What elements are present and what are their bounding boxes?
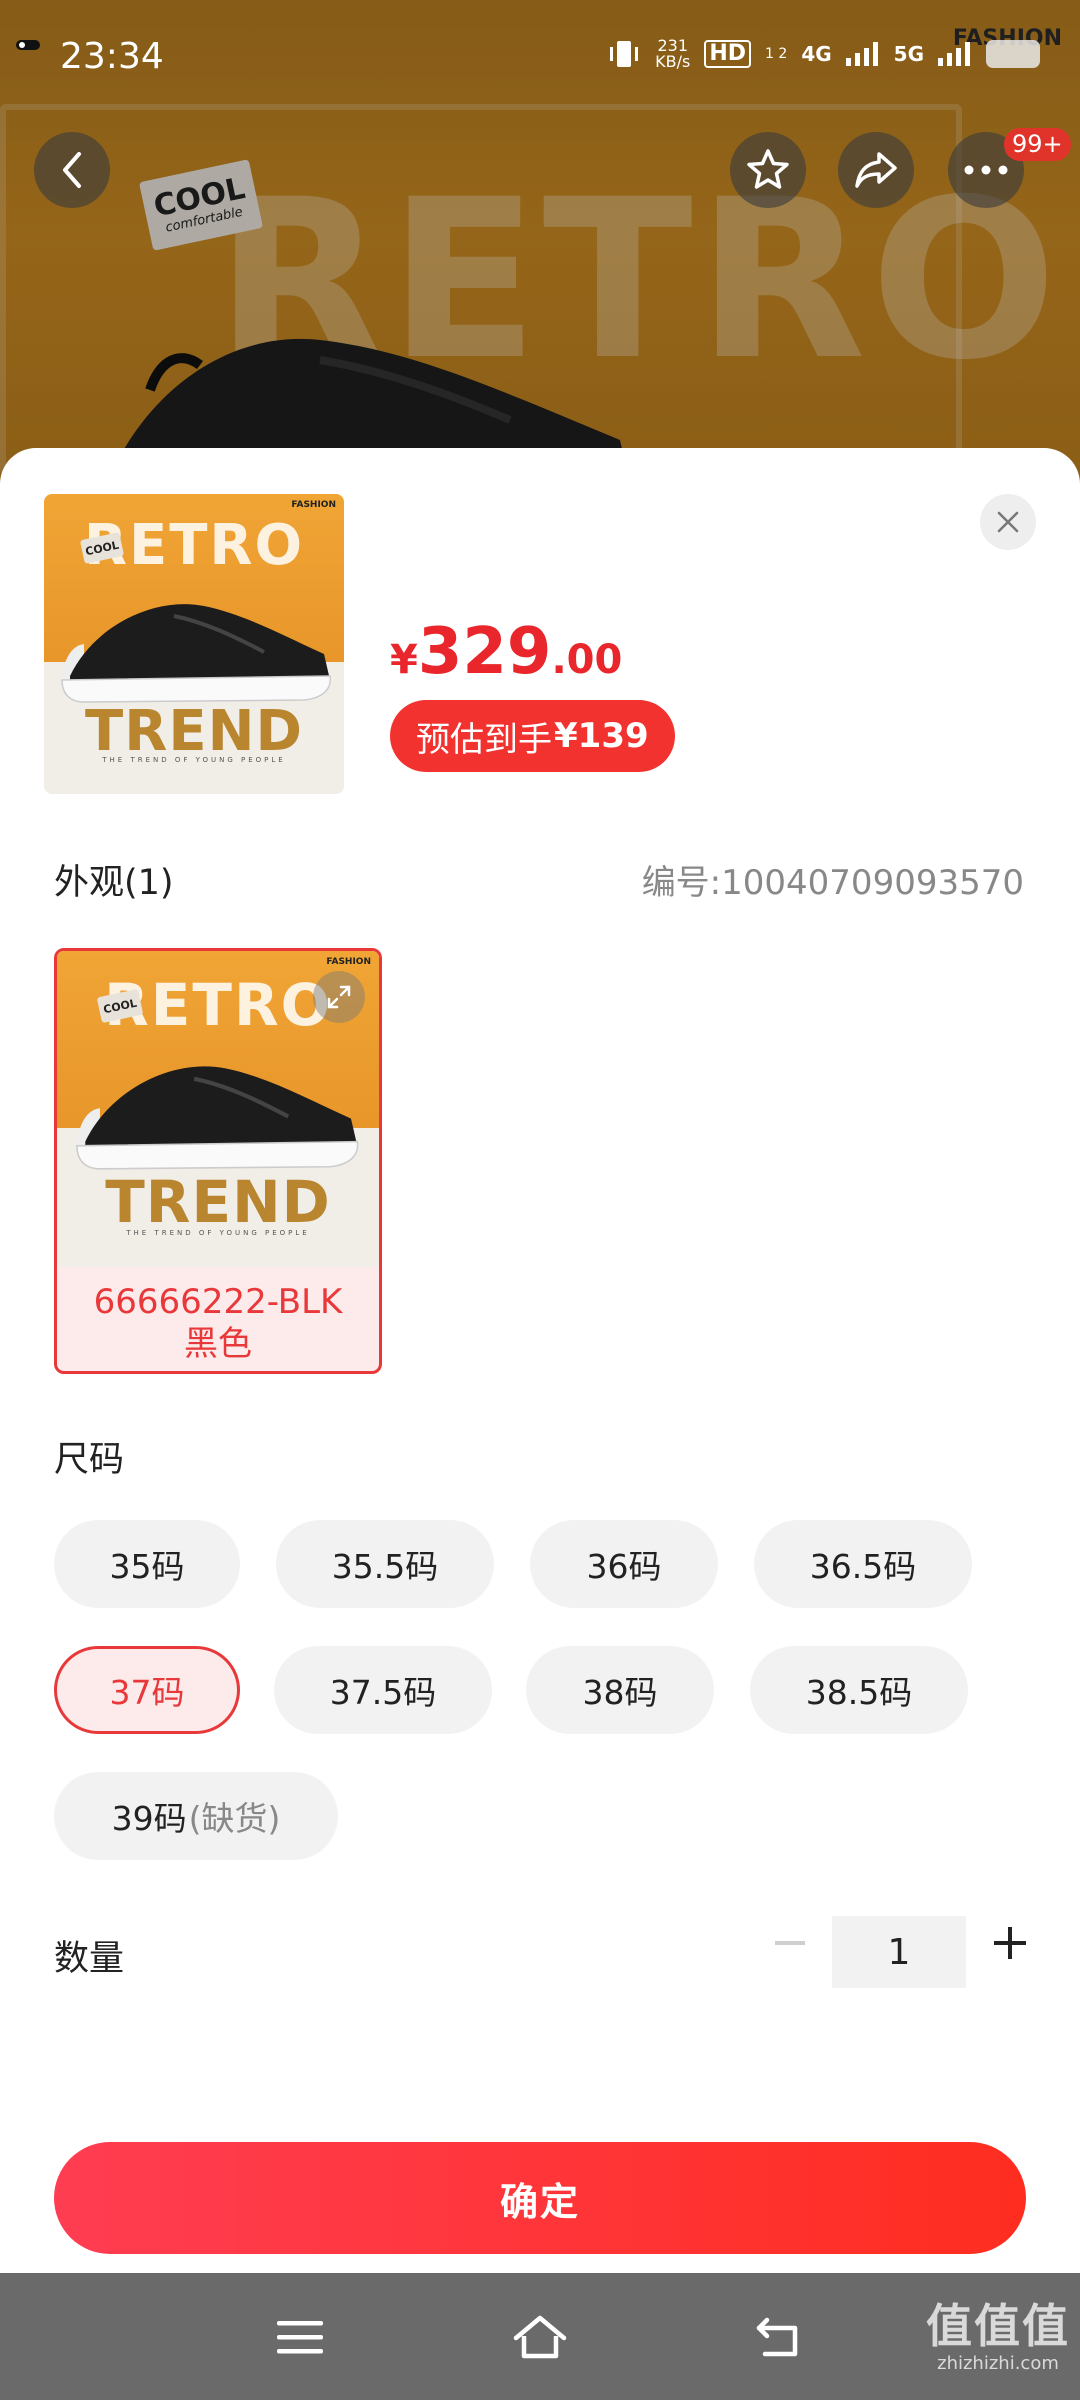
star-icon [747, 149, 789, 189]
quantity-increase-button[interactable] [990, 1923, 1030, 1963]
size-option-35[interactable]: 35码 [54, 1520, 240, 1608]
sim-label: 1 2 [765, 46, 788, 62]
expand-image-button[interactable] [313, 971, 365, 1023]
close-icon [997, 511, 1019, 533]
size-option-37-selected[interactable]: 37码 [54, 1646, 240, 1734]
size-option-36[interactable]: 36码 [530, 1520, 718, 1608]
variant-poster-brand: FASHION [326, 957, 371, 967]
share-icon [855, 152, 897, 188]
price: ¥329.00 [390, 620, 622, 684]
quantity-value: 1 [887, 1931, 911, 1973]
hd-label: HD [704, 40, 752, 68]
battery-icon [986, 40, 1040, 68]
variant-code: 66666222-BLK [93, 1282, 343, 1322]
close-button[interactable] [980, 494, 1036, 550]
share-button[interactable] [838, 132, 914, 208]
price-currency: ¥ [390, 637, 418, 683]
net-unit: KB/s [655, 52, 691, 71]
price-integer: 329 [417, 615, 552, 689]
chevron-left-icon [63, 152, 81, 188]
size-option-label: 39码 [111, 1799, 187, 1838]
poster-shoe-image [60, 604, 332, 703]
product-code: 编号:10040709093570 [641, 863, 1024, 903]
system-nav-bar: 值值值 zhizhizhi.com [0, 2273, 1080, 2400]
quantity-decrease-button[interactable] [770, 1923, 810, 1963]
size-option-36-5[interactable]: 36.5码 [754, 1520, 972, 1608]
expand-icon [327, 985, 351, 1009]
size-option-label: 35.5码 [331, 1547, 439, 1586]
size-option-label: 38码 [582, 1673, 658, 1712]
poster-brand: FASHION [291, 500, 336, 510]
minus-icon [775, 1941, 805, 1945]
net2-label: 5G [893, 42, 924, 66]
nav-back-button[interactable] [750, 2307, 810, 2367]
quantity-input[interactable]: 1 [832, 1916, 966, 1988]
appearance-label: 外观(1) [54, 863, 174, 903]
size-option-38[interactable]: 38码 [526, 1646, 714, 1734]
favorite-button[interactable] [730, 132, 806, 208]
confirm-button[interactable]: 确定 [54, 2142, 1026, 2254]
variant-poster-trend: TREND [105, 1168, 331, 1236]
variant-name: 66666222-BLK 黑色 [57, 1281, 379, 1365]
poster-tagline: THE TREND OF YOUNG PEOPLE [102, 756, 286, 764]
estimated-price-badge: 预估到手 ¥139 [390, 700, 675, 772]
camera-indicator-icon [16, 40, 40, 50]
nav-home-button[interactable] [510, 2307, 570, 2367]
net1-label: 4G [801, 42, 832, 66]
status-icons: 231 KB/s HD 1 2 4G 5G [607, 38, 1040, 70]
signal-icon-2 [938, 42, 970, 66]
vibrate-icon [610, 41, 639, 67]
thumbnail-poster: FASHION RETRO COOL TREND THE TREND OF YO… [44, 494, 344, 794]
signal-icon [845, 42, 878, 66]
variant-poster-tagline: THE TREND OF YOUNG PEOPLE [126, 1229, 310, 1237]
nav-menu-button[interactable] [270, 2307, 330, 2367]
variant-shoe-image [74, 1066, 359, 1170]
estimated-label: 预估到手 [416, 719, 552, 760]
size-option-label: 37码 [109, 1673, 185, 1712]
home-icon [513, 2315, 567, 2359]
price-decimal: .00 [551, 637, 623, 683]
size-option-label: 37.5码 [329, 1673, 437, 1712]
out-of-stock-label: (缺货) [188, 1799, 281, 1838]
estimated-value: ¥139 [554, 716, 649, 756]
size-option-label: 36.5码 [809, 1547, 917, 1586]
message-badge: 99+ [1004, 128, 1071, 161]
size-option-label: 36码 [586, 1547, 662, 1586]
size-option-label: 35码 [109, 1547, 185, 1586]
variant-color: 黑色 [184, 1324, 252, 1364]
back-button[interactable] [34, 132, 110, 208]
watermark-title: 值值值 [926, 2299, 1070, 2353]
back-arrow-icon [756, 2317, 798, 2357]
poster-trend: TREND [85, 699, 303, 764]
status-bar: 23:34 231 KB/s HD 1 2 4G 5G [0, 0, 1080, 100]
size-option-35-5[interactable]: 35.5码 [276, 1520, 494, 1608]
watermark-url: zhizhizhi.com [937, 2353, 1059, 2374]
menu-icon [277, 2321, 323, 2354]
status-time: 23:34 [60, 36, 164, 77]
size-option-38-5[interactable]: 38.5码 [750, 1646, 968, 1734]
variant-card-selected[interactable]: FASHION RETRO COOL TREND THE TREND OF YO… [54, 948, 382, 1374]
more-icon [964, 165, 1008, 175]
site-watermark: 值值值 zhizhizhi.com [926, 2303, 1070, 2374]
sku-selector-sheet: FASHION RETRO COOL TREND THE TREND OF YO… [0, 448, 1080, 2273]
product-thumbnail[interactable]: FASHION RETRO COOL TREND THE TREND OF YO… [44, 494, 344, 794]
size-option-37-5[interactable]: 37.5码 [274, 1646, 492, 1734]
plus-icon [994, 1927, 1026, 1959]
size-option-label: 38.5码 [805, 1673, 913, 1712]
quantity-label: 数量 [54, 1939, 125, 1979]
size-label: 尺码 [54, 1440, 125, 1480]
size-option-39-out-of-stock[interactable]: 39码 (缺货) [54, 1772, 338, 1860]
